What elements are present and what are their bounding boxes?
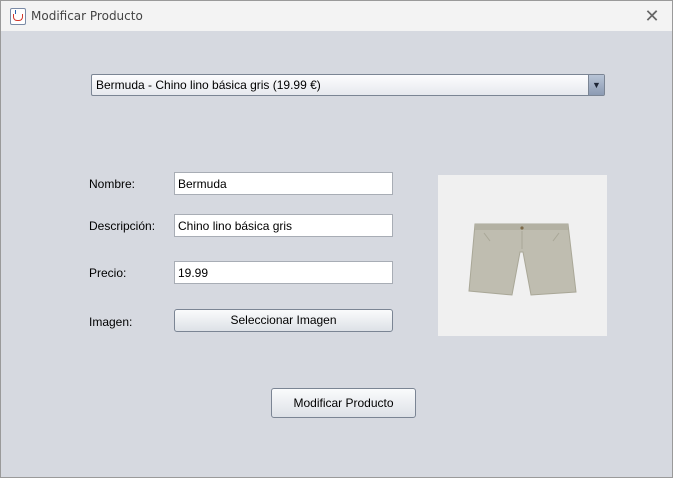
nombre-label: Nombre: [89, 177, 136, 191]
close-button[interactable]: ✕ [632, 1, 672, 31]
precio-field[interactable] [174, 261, 393, 284]
title-bar: Modificar Producto ✕ [1, 1, 672, 31]
product-selector-value: Bermuda - Chino lino básica gris (19.99 … [96, 78, 321, 92]
imagen-label: Imagen: [89, 315, 133, 329]
product-selector[interactable]: Bermuda - Chino lino básica gris (19.99 … [91, 74, 605, 96]
close-icon: ✕ [644, 6, 660, 26]
modificar-producto-window: Modificar Producto ✕ Bermuda - Chino lin… [0, 0, 673, 478]
shorts-image [468, 223, 577, 296]
precio-label: Precio: [89, 266, 127, 280]
window-title: Modificar Producto [31, 9, 143, 23]
select-image-button[interactable]: Seleccionar Imagen [174, 309, 393, 332]
nombre-field[interactable] [174, 172, 393, 195]
java-icon [10, 8, 26, 25]
descripcion-label: Descripción: [89, 219, 156, 233]
modificar-producto-button[interactable]: Modificar Producto [271, 388, 416, 418]
product-image-preview [438, 175, 607, 336]
combo-arrow-icon[interactable]: ▼ [588, 75, 604, 95]
descripcion-field[interactable] [174, 214, 393, 237]
